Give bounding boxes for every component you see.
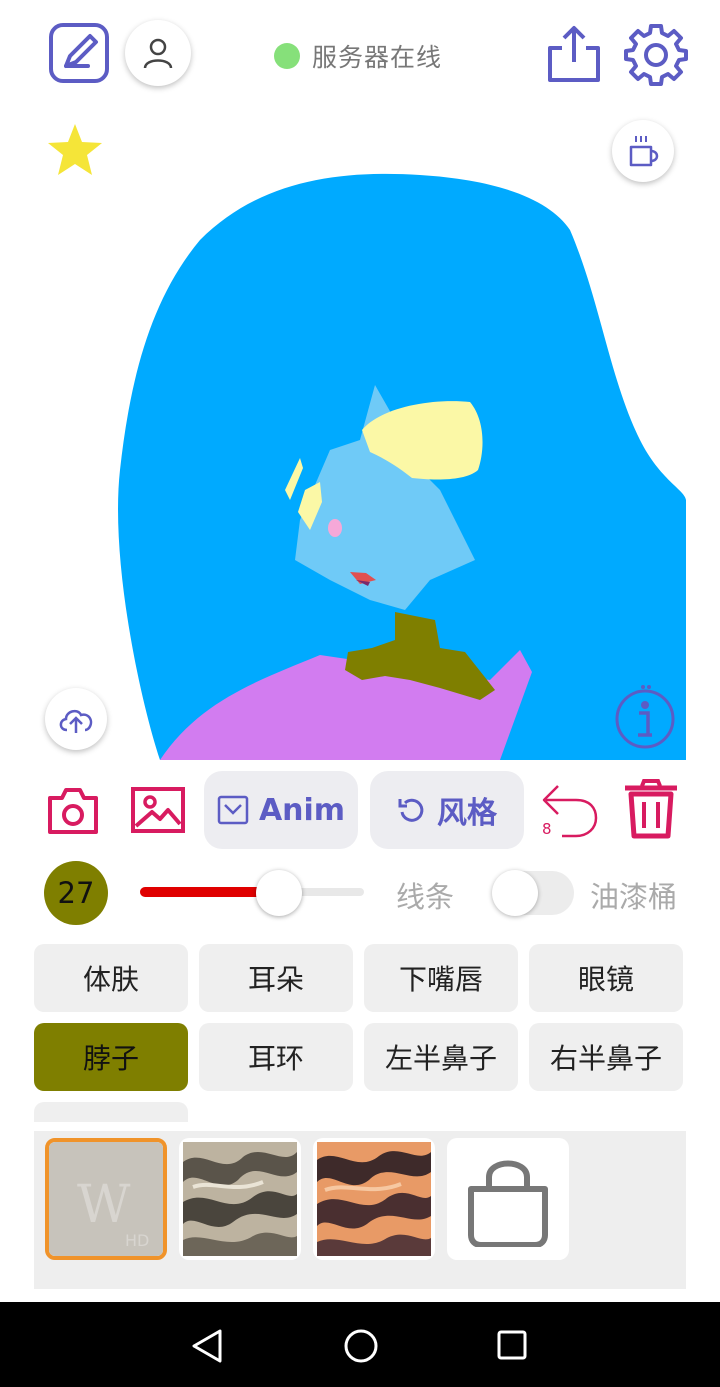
edit-button[interactable] (48, 22, 110, 84)
slider-thumb[interactable] (255, 870, 302, 916)
texture-swatch (183, 1142, 297, 1256)
camera-icon (48, 788, 98, 834)
status-text: 服务器在线 (312, 43, 443, 72)
hd-tag: HD (125, 1231, 149, 1250)
part-glasses[interactable]: 眼镜 (529, 944, 683, 1012)
avatar-drawing (118, 173, 687, 760)
info-button[interactable] (613, 683, 677, 749)
delete-button[interactable] (622, 778, 680, 840)
brush-size-indicator[interactable]: 27 (44, 861, 108, 925)
server-status: 服务器在线 (274, 38, 442, 74)
settings-button[interactable] (624, 22, 688, 86)
part-label: 下嘴唇 (398, 963, 483, 996)
hd-logo: W (77, 1175, 131, 1235)
part-lower-lip[interactable]: 下嘴唇 (364, 944, 518, 1012)
texture-silver[interactable] (179, 1138, 301, 1260)
style-button[interactable]: 风格 (370, 771, 524, 849)
part-skin[interactable]: 体肤 (34, 944, 188, 1012)
part-right-nose[interactable]: 右半鼻子 (529, 1023, 683, 1091)
cloud-upload-icon (59, 709, 93, 733)
drawing-canvas[interactable] (0, 100, 720, 760)
bucket-mode-label: 油漆桶 (590, 880, 678, 914)
gallery-button[interactable] (130, 786, 186, 834)
part-left-nose[interactable]: 左半鼻子 (364, 1023, 518, 1091)
image-icon (131, 787, 185, 833)
part-more[interactable] (34, 1102, 188, 1122)
shopping-bag-icon (468, 1160, 548, 1247)
trash-icon (625, 779, 677, 839)
texture-swatch (317, 1142, 431, 1256)
texture-hd-watermark[interactable]: W HD (45, 1138, 167, 1260)
home-icon[interactable] (343, 1328, 379, 1364)
profile-button[interactable] (125, 20, 191, 86)
user-icon (143, 38, 173, 69)
star-icon (48, 124, 102, 175)
share-icon (548, 26, 600, 82)
favorite-button[interactable] (46, 122, 104, 178)
part-label: 左半鼻子 (384, 1042, 497, 1075)
email-icon (217, 795, 249, 825)
back-icon[interactable] (190, 1328, 224, 1364)
status-dot (274, 43, 300, 69)
coffee-button[interactable] (612, 120, 674, 182)
system-nav-bar (0, 1302, 720, 1387)
part-label: 眼镜 (577, 963, 634, 996)
part-label: 耳朵 (247, 963, 304, 996)
line-mode-label: 线条 (396, 880, 455, 914)
info-icon (615, 685, 675, 749)
part-label: 体肤 (82, 963, 139, 996)
anim-label: Anim (258, 792, 346, 828)
undo-count: 8 (542, 820, 552, 838)
part-ears[interactable]: 耳朵 (199, 944, 353, 1012)
part-label: 脖子 (82, 1042, 139, 1075)
part-neck[interactable]: 脖子 (34, 1023, 188, 1091)
part-label: 右半鼻子 (549, 1042, 662, 1075)
texture-copper[interactable] (313, 1138, 435, 1260)
camera-button[interactable] (46, 786, 100, 836)
coffee-icon (629, 136, 659, 167)
texture-swatch: W HD (49, 1142, 163, 1256)
gear-icon (624, 24, 688, 86)
part-earrings[interactable]: 耳环 (199, 1023, 353, 1091)
edit-icon (49, 23, 109, 83)
style-label: 风格 (437, 796, 497, 831)
bucket-toggle-thumb[interactable] (492, 870, 538, 916)
upload-button[interactable] (45, 688, 107, 750)
share-button[interactable] (544, 22, 604, 84)
recents-icon[interactable] (496, 1329, 528, 1361)
anim-button[interactable]: Anim (204, 771, 358, 849)
refresh-icon (398, 798, 424, 822)
shop-button[interactable] (447, 1138, 569, 1260)
part-label: 耳环 (247, 1042, 304, 1075)
